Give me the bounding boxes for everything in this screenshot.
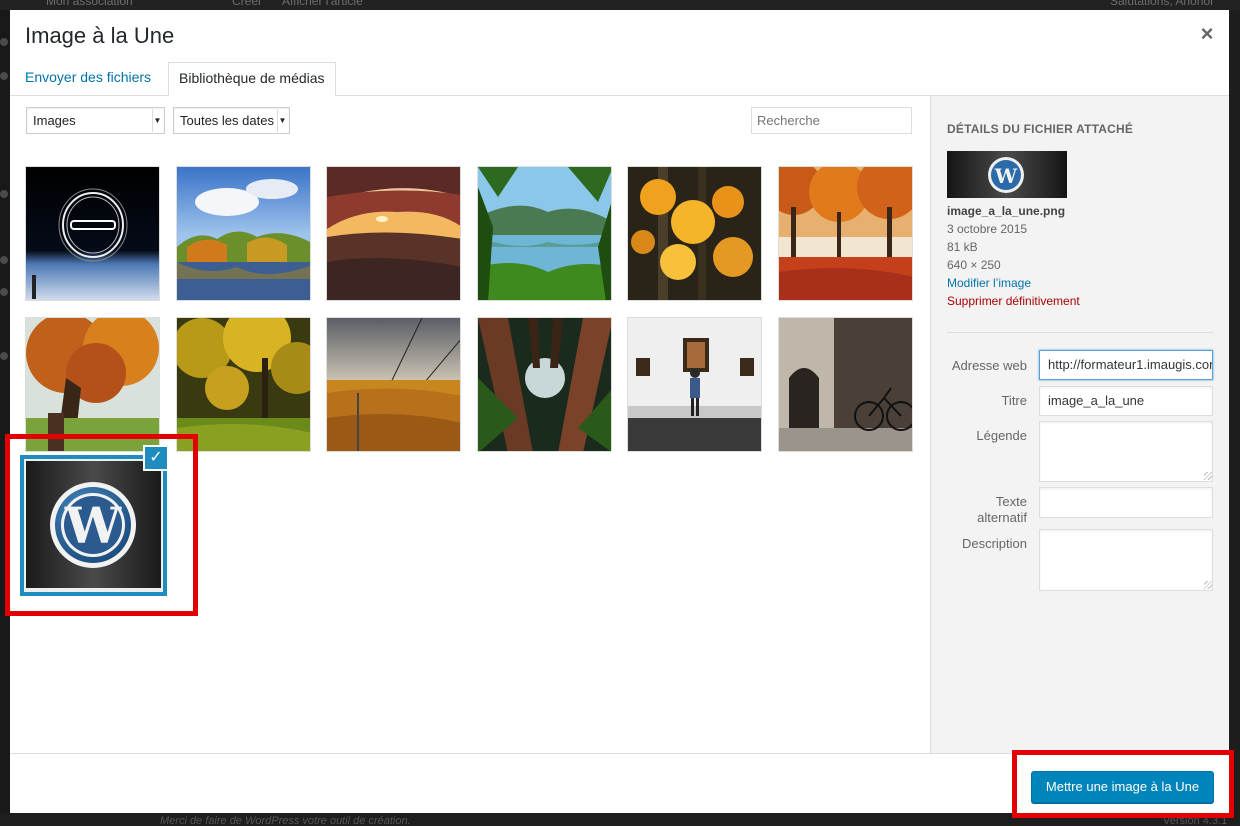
selected-check-icon[interactable]: ✓ (143, 445, 169, 471)
autumn-tree-image (26, 318, 159, 451)
chevron-down-icon: ▼ (277, 109, 287, 132)
modal-title: Image à la Une (25, 23, 175, 48)
admin-bar: Mon association Créer Afficher l'article… (0, 0, 1240, 10)
admin-menu-icon (0, 38, 8, 46)
wordpress-logo-thumbnail: W (947, 151, 1067, 198)
media-item-bicycle-alley[interactable] (778, 317, 913, 452)
chevron-down-icon: ▼ (152, 109, 162, 132)
tab-upload-files[interactable]: Envoyer des fichiers (15, 62, 161, 96)
media-browser: Images ▼ Toutes les dates ▼ Recherche W … (10, 96, 930, 753)
red-autumn-park-image (779, 167, 912, 300)
art-gallery-image (628, 318, 761, 451)
admin-footer: Merci de faire de WordPress votre outil … (0, 813, 1240, 826)
admin-bar-user[interactable]: Salutations, Anonor (1110, 0, 1214, 8)
autumn-leaves-image (628, 167, 761, 300)
mountain-lake-image (478, 167, 611, 300)
date-filter-value: Toutes les dates (180, 113, 274, 128)
rock-arch-image (327, 167, 460, 300)
url-label: Adresse web (951, 358, 1027, 373)
alt-text-field[interactable] (1039, 487, 1213, 518)
details-date: 3 octobre 2015 (947, 222, 1028, 236)
footer-version: Version 4.3.1 (1163, 815, 1228, 826)
set-featured-image-button[interactable]: Mettre une image à la Une (1031, 771, 1214, 803)
tab-media-library[interactable]: Bibliothèque de médias (168, 62, 336, 97)
media-modal: Image à la Une × Envoyer des fichiers Bi… (10, 10, 1229, 813)
details-filename: image_a_la_une.png (947, 204, 1066, 218)
wordpress-logo-image: W (26, 461, 161, 588)
media-item-sequoia-forest[interactable] (477, 317, 612, 452)
media-type-value: Images (33, 113, 76, 128)
media-item-autumn-tree[interactable] (25, 317, 160, 452)
date-filter-select[interactable]: Toutes les dates ▼ (173, 107, 290, 134)
title-field[interactable]: image_a_la_une (1039, 386, 1213, 416)
details-heading: Détails du fichier attaché (947, 122, 1134, 136)
delete-permanently-link[interactable]: Supprimer définitivement (947, 294, 1080, 308)
description-resize-handle[interactable] (1204, 581, 1212, 589)
yellow-forest-image (177, 318, 310, 451)
media-item-yellow-forest[interactable] (176, 317, 311, 452)
caption-label: Légende (976, 428, 1027, 443)
footer-thanks: Merci de faire de WordPress votre outil … (160, 815, 411, 826)
title-label: Titre (1001, 393, 1027, 408)
media-item-astronaut[interactable] (25, 166, 160, 301)
admin-menu-icon (0, 352, 8, 360)
edit-image-link[interactable]: Modifier l’image (947, 276, 1031, 290)
description-field[interactable] (1039, 529, 1213, 591)
attachment-details-sidebar: Détails du fichier attaché W image_a_la_… (930, 96, 1229, 753)
details-dimensions: 640 × 250 (947, 258, 1001, 272)
media-item-art-gallery[interactable] (627, 317, 762, 452)
url-field[interactable]: http://formateur1.imaugis.com (1039, 350, 1213, 380)
admin-menu-icon (0, 72, 8, 80)
wheat-field-image (327, 318, 460, 451)
media-item-red-autumn-park[interactable] (778, 166, 913, 301)
caption-field[interactable] (1039, 421, 1213, 482)
lake-trees-image (177, 167, 310, 300)
svg-text:W: W (994, 164, 1018, 188)
admin-bar-view[interactable]: Afficher l'article (282, 0, 363, 8)
alt-text-label-line1: Texte (995, 494, 1027, 509)
admin-menu-icon (0, 256, 8, 264)
search-input[interactable] (751, 107, 912, 134)
sequoia-forest-image (478, 318, 611, 451)
details-size: 81 kB (947, 240, 978, 254)
svg-text:W: W (64, 496, 122, 555)
admin-menu-icon (0, 288, 8, 296)
media-type-select[interactable]: Images ▼ (26, 107, 165, 134)
media-item-wheat-field[interactable] (326, 317, 461, 452)
media-item-mountain-lake[interactable] (477, 166, 612, 301)
details-thumbnail: W (947, 151, 1067, 198)
alt-text-label-line2: alternatif (977, 510, 1027, 525)
close-icon[interactable]: × (1197, 23, 1217, 45)
admin-bar-new[interactable]: Créer (232, 0, 262, 8)
media-item-rock-arch[interactable] (326, 166, 461, 301)
media-item-autumn-leaves[interactable] (627, 166, 762, 301)
media-item-wordpress-selected[interactable]: W (20, 455, 167, 596)
astronaut-glow-image (26, 167, 159, 300)
media-item-lake-trees[interactable] (176, 166, 311, 301)
modal-toolbar: Mettre une image à la Une (10, 753, 1229, 813)
details-divider (947, 332, 1214, 333)
admin-bar-site[interactable]: Mon association (46, 0, 133, 8)
modal-header: Image à la Une × Envoyer des fichiers Bi… (10, 10, 1229, 97)
bicycle-alley-image (779, 318, 912, 451)
admin-menu-icon (0, 190, 8, 198)
description-label: Description (961, 536, 1027, 551)
admin-sidebar (0, 10, 10, 826)
caption-resize-handle[interactable] (1204, 472, 1212, 480)
